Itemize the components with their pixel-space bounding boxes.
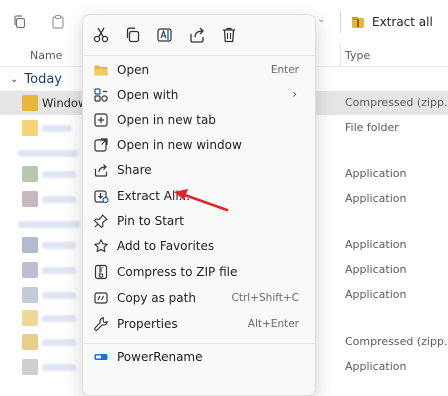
redacted-name (18, 221, 80, 228)
file-type: Application (345, 360, 407, 373)
file-type: File folder (345, 121, 399, 134)
app-icon (22, 166, 38, 182)
copy-path-icon (94, 292, 108, 304)
copy-icon[interactable] (123, 25, 143, 45)
share-icon[interactable] (187, 25, 207, 45)
file-type: Application (345, 263, 407, 276)
cut-icon[interactable] (91, 25, 111, 45)
rename-icon[interactable] (155, 25, 175, 45)
file-name: WindowsF (42, 96, 87, 110)
column-header-name[interactable]: Name (30, 49, 62, 62)
redacted-name (42, 339, 76, 346)
new-window-icon (94, 138, 108, 152)
star-icon (94, 239, 108, 253)
menu-item-power-rename[interactable]: PowerRename (87, 345, 311, 370)
delete-icon[interactable] (219, 25, 239, 45)
file-type: Application (345, 192, 407, 205)
menu-item-properties[interactable]: Properties Alt+Enter (87, 312, 311, 337)
menu-item-label: Open in new tab (117, 113, 216, 127)
extract-all-label: Extract all (372, 15, 433, 29)
zip-folder-icon (22, 95, 38, 111)
file-type: Application (345, 288, 407, 301)
menu-item-label: Share (117, 163, 152, 177)
menu-item-open-with[interactable]: Open with › (87, 83, 311, 108)
column-header-type[interactable]: Type (345, 49, 370, 62)
menu-item-open-in-new-window[interactable]: Open in new window (87, 133, 311, 158)
menu-divider (83, 343, 315, 344)
extract-all-icon (352, 17, 364, 28)
redacted-name (42, 171, 76, 178)
chevron-right-icon: › (292, 87, 297, 101)
pin-icon (93, 214, 108, 229)
app-icon (22, 287, 38, 303)
toolbar-divider (340, 11, 341, 33)
redacted-name (42, 267, 76, 274)
menu-item-shortcut: Alt+Enter (247, 318, 299, 330)
menu-item-label: Properties (117, 317, 178, 331)
menu-item-open-in-new-tab[interactable]: Open in new tab (87, 108, 311, 133)
quick-actions-bar (83, 15, 315, 56)
menu-item-label: Compress to ZIP file (117, 265, 238, 279)
redacted-name (42, 315, 76, 322)
extract-all-button[interactable]: Extract all (350, 10, 433, 34)
app-icon (22, 237, 38, 253)
redacted-name (42, 242, 76, 249)
paste-icon[interactable] (50, 14, 66, 30)
app-icon (22, 191, 38, 207)
menu-item-label: Open with (117, 88, 179, 102)
app-icon (22, 359, 38, 375)
menu-item-label: Open (117, 63, 150, 77)
file-type: Application (345, 238, 407, 251)
power-rename-icon (94, 354, 108, 360)
redacted-name (42, 196, 76, 203)
wrench-icon (94, 317, 108, 331)
redacted-name (42, 125, 72, 132)
column-divider[interactable] (340, 44, 341, 66)
redacted-name (42, 292, 76, 299)
annotation-arrow (174, 189, 229, 212)
redacted-name (42, 364, 76, 371)
file-type: Compressed (zipp... (345, 335, 448, 348)
menu-item-label: Open in new window (117, 138, 242, 152)
group-label: Today (24, 72, 62, 87)
app-icon (22, 262, 38, 278)
file-type: Compressed (zipp... (345, 96, 448, 109)
menu-item-shortcut: Ctrl+Shift+C (231, 292, 299, 304)
zip-icon (94, 264, 108, 280)
menu-item-share[interactable]: Share (87, 158, 311, 183)
menu-item-label: Copy as path (117, 291, 196, 305)
new-tab-icon (94, 113, 108, 127)
redacted-name (18, 150, 78, 157)
extract-all-icon (94, 190, 109, 204)
chevron-down-icon: ⌄ (10, 74, 19, 85)
chevron-down-icon[interactable]: ⌄ (317, 14, 325, 25)
menu-item-open[interactable]: Open Enter (87, 58, 311, 83)
file-type: Application (345, 167, 407, 180)
folder-open-icon (94, 65, 108, 76)
copy-icon[interactable] (12, 14, 28, 30)
menu-item-compress-to-zip[interactable]: Compress to ZIP file (87, 260, 311, 285)
group-header-today[interactable]: ⌄ Today (10, 72, 62, 87)
open-with-icon (94, 88, 108, 102)
menu-item-shortcut: Enter (270, 64, 299, 76)
menu-item-label: PowerRename (117, 350, 203, 364)
folder-icon (22, 120, 38, 136)
share-icon (94, 164, 108, 177)
menu-item-copy-as-path[interactable]: Copy as path Ctrl+Shift+C (87, 286, 311, 311)
zip-folder-icon (22, 334, 38, 350)
menu-item-label: Add to Favorites (117, 239, 215, 253)
folder-icon (22, 310, 38, 326)
menu-item-label: Pin to Start (117, 214, 184, 228)
menu-item-add-to-favorites[interactable]: Add to Favorites (87, 234, 311, 259)
